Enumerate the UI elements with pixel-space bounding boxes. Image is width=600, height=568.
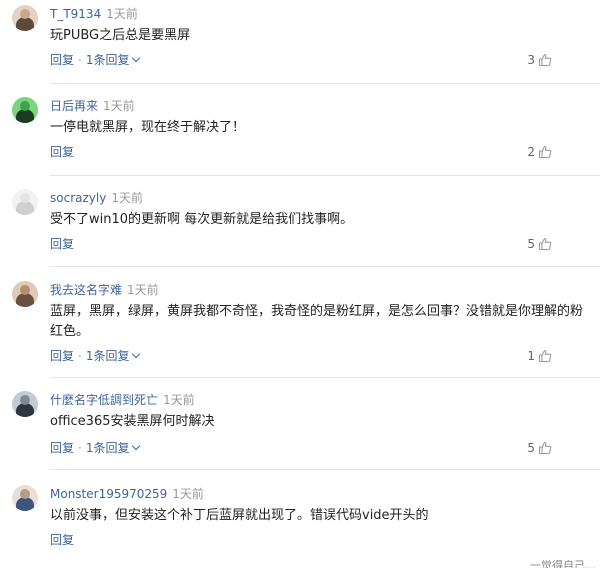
more-options-icon[interactable] — [586, 531, 596, 551]
comment-text: 以前没事，但安装这个补丁后蓝屏就出现了。错误代码vide开头的 — [50, 508, 429, 523]
comment-username[interactable]: Monster195970259 — [50, 487, 167, 501]
avatar[interactable] — [12, 485, 38, 511]
comment-time: 1天前 — [172, 487, 204, 501]
avatar-face — [20, 489, 30, 499]
avatar-shape — [16, 497, 34, 511]
comment-meta: Monster195970259 1天前 — [50, 484, 204, 504]
truncated-footer-text: 一觉得自己… — [530, 560, 596, 568]
comment-item: Monster195970259 1天前以前没事，但安装这个补丁后蓝屏就出现了。错… — [0, 0, 600, 568]
comment-actions: 回复 — [50, 530, 74, 550]
reply-button[interactable]: 回复 — [50, 533, 74, 547]
comment-list: T_T9134 1天前 玩PUBG之后总是要黑屏 回复 · 1条回复 3 日后再来 1天前 一停电… — [0, 0, 600, 568]
